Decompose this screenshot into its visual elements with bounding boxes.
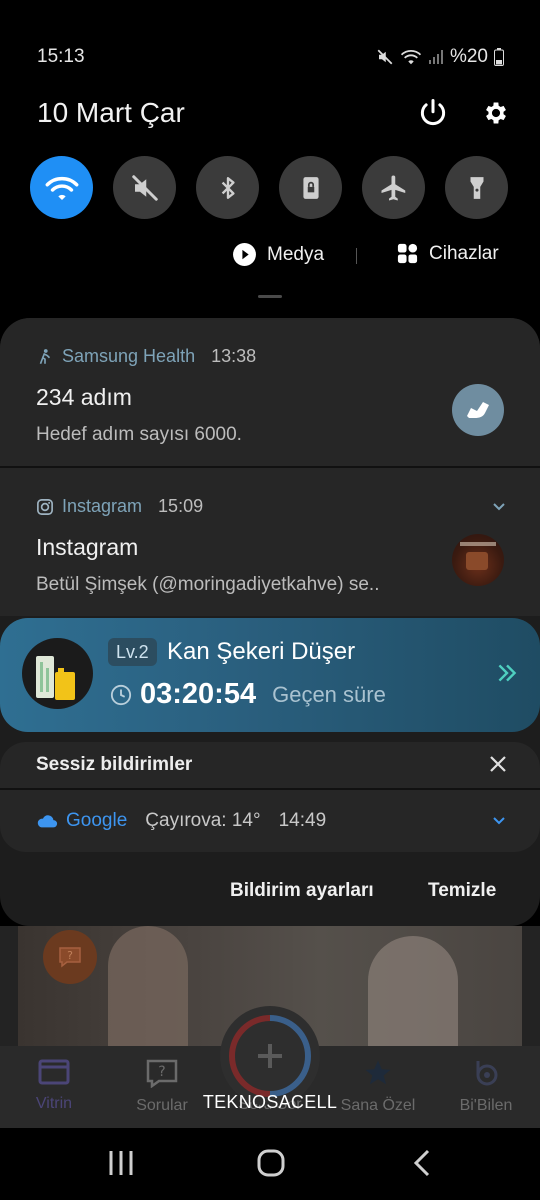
- bluetooth-toggle[interactable]: [196, 156, 259, 219]
- wifi-toggle[interactable]: [30, 156, 93, 219]
- close-icon[interactable]: [488, 754, 508, 774]
- app-name: Google: [66, 810, 128, 831]
- bibilen-logo-icon: [476, 1061, 498, 1086]
- flashlight-icon: [470, 176, 483, 199]
- recent-apps-icon[interactable]: [106, 1146, 136, 1180]
- app-icon: [22, 638, 93, 709]
- status-icons: %20: [376, 46, 504, 68]
- home-icon[interactable]: [256, 1146, 286, 1180]
- airplane-icon: [381, 175, 405, 200]
- weather-text: Çayırova: 14°: [145, 810, 261, 831]
- notification-panel: Samsung Health 13:38 234 adım Hedef adım…: [0, 318, 540, 926]
- battery-icon: [494, 48, 504, 66]
- app-name: Samsung Health: [62, 346, 196, 366]
- question-bubble-icon: ?: [146, 1059, 178, 1089]
- ask-question-fab[interactable]: [220, 1006, 320, 1106]
- notification-time: 14:49: [278, 810, 327, 831]
- status-time: 15:13: [37, 46, 85, 67]
- mute-status-icon: [377, 49, 393, 65]
- showcase-icon: [38, 1059, 70, 1085]
- star-icon: [365, 1060, 391, 1085]
- shoe-icon: [467, 402, 489, 418]
- battery-percent: %20: [449, 46, 488, 67]
- status-bar: 15:13 %20: [37, 44, 504, 70]
- instagram-icon: [37, 498, 53, 515]
- ongoing-title: Kan Şekeri Düşer: [167, 638, 356, 665]
- wifi-icon: [45, 176, 78, 200]
- media-button[interactable]: Medya: [232, 242, 324, 267]
- panel-footer: Bildirim ayarları Temizle: [0, 876, 540, 906]
- airplane-toggle[interactable]: [362, 156, 425, 219]
- expand-chevron-icon[interactable]: [492, 816, 506, 826]
- cloud-icon: [37, 815, 58, 828]
- svg-text:?: ?: [158, 1064, 165, 1080]
- add-refresh-icon: [229, 1015, 311, 1097]
- notification-title: Instagram: [36, 534, 139, 560]
- elapsed-time: 03:20:54: [140, 678, 257, 710]
- screen-lock-toggle[interactable]: [279, 156, 342, 219]
- devices-grid-icon: [397, 243, 418, 264]
- svg-text:?: ?: [67, 949, 73, 962]
- media-devices-row: Medya Cihazlar: [0, 240, 540, 274]
- timer-row: 03:20:54 Geçen süre: [110, 678, 386, 711]
- notification-title: 234 adım: [36, 384, 132, 410]
- steps-thumbnail: [452, 384, 504, 436]
- app-name: Instagram: [62, 496, 143, 516]
- samsung-health-icon: [39, 348, 51, 364]
- sound-toggle[interactable]: [113, 156, 176, 219]
- drag-handle[interactable]: [258, 295, 282, 298]
- power-icon[interactable]: [418, 98, 448, 128]
- clock-icon: [110, 684, 132, 705]
- mute-icon: [131, 174, 158, 201]
- notification-text: Hedef adım sayısı 6000.: [36, 424, 242, 445]
- devices-label: Cihazlar: [429, 242, 499, 264]
- flashlight-toggle[interactable]: [445, 156, 508, 219]
- date-label: 10 Mart Çar: [37, 97, 185, 128]
- carrier-label: TEKNOSACELL: [202, 1092, 338, 1112]
- expand-chevron-icon[interactable]: [492, 502, 506, 512]
- panel-header: 10 Mart Çar: [37, 92, 510, 134]
- level-badge: Lv.2: [108, 638, 157, 666]
- bluetooth-icon: [221, 176, 235, 199]
- notification-settings-button[interactable]: Bildirim ayarları: [230, 880, 374, 902]
- chat-icon: ?: [59, 947, 81, 968]
- ongoing-timer-notification[interactable]: Lv.2 Kan Şekeri Düşer 03:20:54 Geçen sür…: [0, 618, 540, 732]
- play-icon: [233, 243, 256, 266]
- notification-time: 15:09: [158, 496, 204, 516]
- wifi-status-icon: [400, 50, 422, 65]
- notification-google[interactable]: Google Çayırova: 14° 14:49: [0, 790, 540, 852]
- notification-instagram[interactable]: Instagram 15:09 Instagram Betül Şimşek (…: [0, 468, 540, 616]
- elapsed-label: Geçen süre: [272, 681, 386, 707]
- double-chevron-icon[interactable]: [494, 660, 520, 686]
- system-navigation-bar: [0, 1128, 540, 1200]
- quick-settings-toggles: [30, 156, 508, 219]
- divider: [356, 248, 357, 264]
- notification-samsung-health[interactable]: Samsung Health 13:38 234 adım Hedef adım…: [0, 318, 540, 466]
- sender-avatar: [452, 534, 504, 586]
- media-label: Medya: [267, 243, 325, 265]
- notification-text: Betül Şimşek (@moringadiyetkahve) se..: [36, 574, 380, 595]
- notification-time: 13:38: [211, 346, 257, 366]
- signal-icon: [428, 50, 443, 64]
- back-icon[interactable]: [408, 1146, 438, 1180]
- settings-gear-icon[interactable]: [482, 99, 510, 127]
- silent-notifications-header: Sessiz bildirimler: [0, 742, 540, 788]
- silent-header-label: Sessiz bildirimler: [36, 754, 193, 775]
- chat-badge[interactable]: ?: [43, 930, 97, 984]
- clear-all-button[interactable]: Temizle: [428, 880, 496, 902]
- devices-button[interactable]: Cihazlar: [396, 242, 499, 265]
- screen-lock-icon: [302, 176, 319, 199]
